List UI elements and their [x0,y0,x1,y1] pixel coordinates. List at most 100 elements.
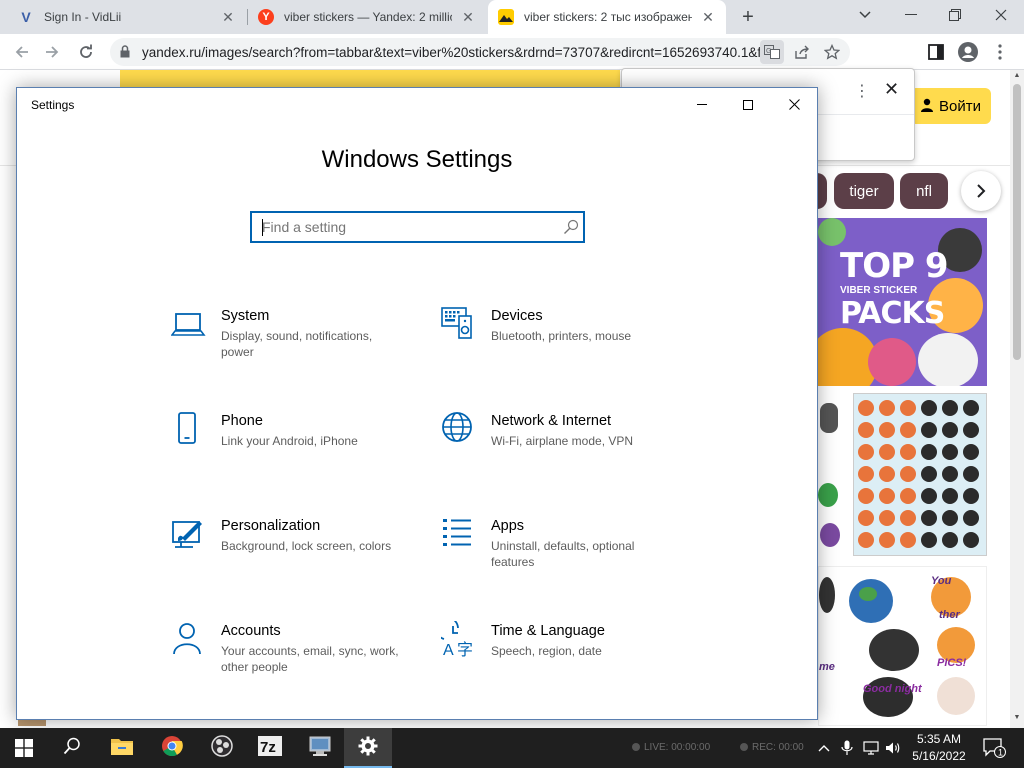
back-button[interactable] [8,38,36,66]
browser-tab-vidlii[interactable]: V Sign In - VidLii ✕ [8,0,246,34]
find-setting-search[interactable] [250,211,585,243]
close-button[interactable] [771,88,817,121]
sticker-cell [879,422,895,438]
close-tab-icon[interactable]: ✕ [460,9,476,25]
thumb-text: You [931,575,952,587]
settings-category-phone[interactable]: Phone Link your Android, iPhone [171,411,411,481]
maximize-button[interactable] [725,88,771,121]
sticker-cell [921,444,937,460]
translate-icon[interactable]: G [760,40,784,64]
chip-nfl[interactable]: nfl [900,173,948,209]
sticker-cell [963,422,979,438]
chips-next-arrow[interactable] [961,171,1001,211]
address-bar[interactable]: yandex.ru/images/search?from=tabbar&text… [110,38,850,66]
new-tab-button[interactable]: + [736,5,760,29]
browser-tab-images[interactable]: viber stickers: 2 тыс изображени ✕ [488,0,726,34]
chrome-button[interactable] [148,728,196,768]
sticker-cell [900,422,916,438]
browser-tab-strip: V Sign In - VidLii ✕ Y viber stickers — … [0,0,1024,34]
settings-title-bar[interactable]: Settings [17,88,817,121]
profile-avatar-icon[interactable] [954,38,982,66]
network-icon[interactable] [862,739,880,757]
sticker-cell [963,400,979,416]
vidlii-favicon: V [21,9,31,25]
browser-tab-yandex[interactable]: Y viber stickers — Yandex: 2 million ✕ [248,0,486,34]
settings-category-personalization[interactable]: Personalization Background, lock screen,… [171,516,411,586]
bookmark-star-icon[interactable] [820,40,844,64]
scrollbar-thumb[interactable] [1013,84,1021,360]
svg-text:A: A [443,642,454,657]
more-options-icon[interactable]: ⋮ [854,81,870,101]
text-caret [262,219,263,236]
settings-category-accounts[interactable]: Accounts Your accounts, email, sync, wor… [171,621,411,691]
share-icon[interactable] [790,40,814,64]
settings-category-apps[interactable]: Apps Uninstall, defaults, optional featu… [441,516,681,586]
category-description: Display, sound, notifications, power [221,329,373,359]
scroll-up-arrow-icon[interactable]: ▲ [1012,72,1022,82]
category-description: Your accounts, email, sync, work, other … [221,644,399,674]
image-thumbnail-partial[interactable] [818,393,846,556]
control-panel-button[interactable] [296,728,344,768]
settings-category-devices[interactable]: Devices Bluetooth, printers, mouse [441,306,681,376]
category-description: Wi-Fi, airplane mode, VPN [491,434,634,448]
folder-icon [110,736,134,761]
side-panel-icon[interactable] [922,38,950,66]
paintbrush-icon [171,516,207,552]
category-name: Phone [221,413,263,429]
sticker-cell [858,444,874,460]
settings-category-system[interactable]: System Display, sound, notifications, po… [170,306,411,376]
image-thumbnail-cats[interactable]: You ther PICS! Good night me [818,566,987,726]
chip-tiger[interactable]: tiger [834,173,894,209]
sticker-cell [963,444,979,460]
chevron-up-icon[interactable] [815,739,833,757]
sticker-cell [921,400,937,416]
close-tab-icon[interactable]: ✕ [700,9,716,25]
page-scrollbar[interactable]: ▲ ▼ [1010,70,1024,728]
settings-category-network[interactable]: Network & Internet Wi-Fi, airplane mode,… [441,411,681,481]
chip-label: nfl [916,182,932,200]
minimize-button[interactable] [679,88,725,121]
image-thumbnail-sticker-grid[interactable] [853,393,987,556]
browser-chevron-down-icon[interactable] [842,0,888,30]
close-tab-icon[interactable]: ✕ [220,9,236,25]
tab-title: viber stickers — Yandex: 2 million [284,10,452,24]
reload-button[interactable] [72,38,100,66]
svg-text:G: G [766,48,771,55]
volume-icon[interactable] [884,739,902,757]
thumb-text: VIBER STICKER [840,285,918,296]
settings-taskbar-button[interactable] [344,728,392,768]
start-button[interactable] [0,728,48,768]
close-popup-icon[interactable]: ✕ [884,79,899,100]
category-name: Network & Internet [491,413,612,429]
browser-menu-icon[interactable] [986,38,1014,66]
obs-button[interactable] [198,728,246,768]
thumb-text: ther [939,609,960,621]
svg-text:字: 字 [457,641,473,657]
browser-close-button[interactable] [978,0,1024,30]
thumb-text: me [819,661,835,673]
notification-center-icon[interactable]: 1 [982,737,1006,759]
sticker-cell [858,510,874,526]
category-name: System [221,308,270,324]
search-input[interactable] [262,217,552,237]
settings-category-time-language[interactable]: A字 Time & Language Speech, region, date [435,616,681,691]
tray-recording-indicator: LIVE: 00:00:00 [632,742,710,753]
person-icon [920,98,934,115]
yandex-favicon: Y [258,9,274,25]
microphone-icon[interactable] [838,739,856,757]
browser-restore-button[interactable] [932,0,978,30]
search-button[interactable] [48,728,96,768]
7zip-button[interactable]: 7z [246,728,294,768]
image-thumbnail-top9[interactable]: TOP 9 VIBER STICKER PACKS [818,218,987,386]
forward-button[interactable] [38,38,66,66]
sticker-cell [942,444,958,460]
computer-icon [308,735,332,762]
login-button[interactable]: Войти [910,88,991,124]
lock-icon [120,45,132,59]
system-clock[interactable]: 5:35 AM 5/16/2022 [906,731,972,765]
scroll-down-arrow-icon[interactable]: ▼ [1012,714,1022,724]
browser-minimize-button[interactable] [888,0,934,30]
laptop-icon [170,306,207,342]
sticker-cell [921,488,937,504]
file-explorer-button[interactable] [98,728,146,768]
